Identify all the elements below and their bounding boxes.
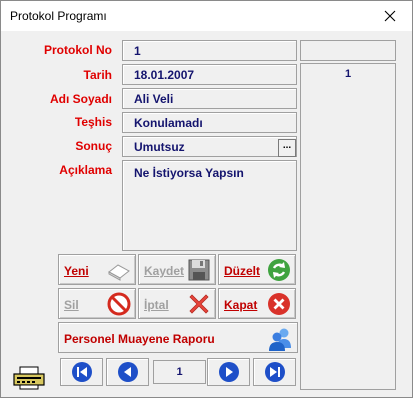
- eraser-icon: [108, 264, 130, 281]
- record-list-item[interactable]: 1: [301, 68, 395, 80]
- side-header-box: [300, 40, 396, 61]
- aciklama-field[interactable]: Ne İstiyorsa Yapsın: [122, 160, 297, 251]
- close-circle-icon: [268, 293, 290, 315]
- next-record-icon: [218, 362, 239, 382]
- kapat-button[interactable]: Kapat: [218, 288, 296, 319]
- print-button[interactable]: [11, 366, 47, 390]
- protokol-no-label: Protokol No: [44, 43, 112, 57]
- kaydet-label: Kaydet: [144, 264, 185, 278]
- protokol-window: Protokol Programı Protokol No Tarih Adı …: [0, 0, 413, 398]
- last-record-button[interactable]: [253, 358, 296, 386]
- sil-button[interactable]: Sil: [58, 288, 136, 319]
- previous-record-button[interactable]: [106, 358, 149, 386]
- yeni-label: Yeni: [64, 264, 89, 278]
- no-entry-icon: [107, 292, 131, 316]
- aciklama-label: Açıklama: [59, 163, 112, 177]
- iptal-button[interactable]: İptal: [138, 288, 216, 319]
- teshis-field[interactable]: Konulamadı: [122, 112, 297, 133]
- printer-icon: [13, 366, 45, 390]
- duzelt-button[interactable]: Düzelt: [218, 254, 296, 285]
- first-record-button[interactable]: [60, 358, 103, 386]
- window-close-button[interactable]: [368, 1, 412, 31]
- red-x-icon: [189, 294, 209, 314]
- sonuc-field[interactable]: Umutsuz: [122, 136, 297, 157]
- duzelt-label: Düzelt: [224, 264, 260, 278]
- teshis-label: Teşhis: [74, 115, 112, 129]
- tarih-field[interactable]: 18.01.2007: [122, 64, 297, 85]
- previous-record-icon: [117, 362, 138, 382]
- kapat-label: Kapat: [224, 298, 258, 312]
- record-list[interactable]: 1: [300, 63, 396, 390]
- current-record-indicator[interactable]: 1: [153, 360, 206, 384]
- tarih-label: Tarih: [83, 68, 112, 82]
- first-record-icon: [71, 362, 92, 382]
- people-icon: [269, 328, 291, 351]
- window-title: Protokol Programı: [10, 9, 107, 23]
- floppy-disk-icon: [188, 259, 210, 281]
- personel-muayene-raporu-button[interactable]: Personel Muayene Raporu: [58, 322, 298, 353]
- next-record-button[interactable]: [207, 358, 250, 386]
- adi-soyadi-label: Adı Soyadı: [49, 92, 112, 106]
- last-record-icon: [264, 362, 285, 382]
- sonuc-picker-button[interactable]: ...: [278, 139, 296, 157]
- yeni-button[interactable]: Yeni: [58, 254, 136, 285]
- sonuc-label: Sonuç: [75, 139, 112, 153]
- sil-label: Sil: [64, 298, 79, 312]
- close-icon: [384, 10, 396, 22]
- iptal-label: İptal: [144, 298, 169, 312]
- kaydet-button[interactable]: Kaydet: [138, 254, 216, 285]
- title-bar: Protokol Programı: [1, 1, 412, 31]
- rapor-label: Personel Muayene Raporu: [64, 332, 215, 346]
- protokol-no-field[interactable]: 1: [122, 40, 297, 61]
- refresh-icon: [268, 259, 290, 281]
- adi-soyadi-field[interactable]: Ali Veli: [122, 88, 297, 109]
